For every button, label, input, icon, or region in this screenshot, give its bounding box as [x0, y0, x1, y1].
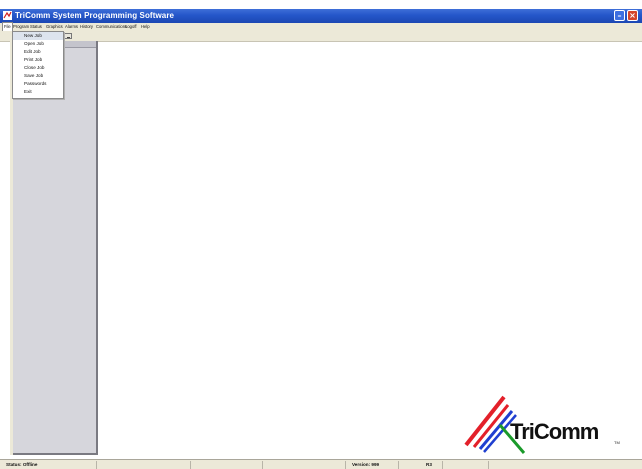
- status-panel-divider: [96, 461, 97, 469]
- close-icon: ×: [629, 11, 636, 20]
- menu-item-print-job[interactable]: Print Job: [13, 56, 63, 64]
- status-panel-divider: [262, 461, 263, 469]
- menu-program[interactable]: Program: [13, 23, 29, 31]
- status-panel-divider: [190, 461, 191, 469]
- status-panel-divider: [442, 461, 443, 469]
- toolbar-button-icon[interactable]: [64, 33, 72, 39]
- menu-item-exit[interactable]: Exit: [13, 88, 63, 96]
- menu-help[interactable]: Help: [141, 23, 150, 31]
- app-window: TriComm System Programming Software – × …: [0, 0, 642, 469]
- minimize-button[interactable]: –: [614, 10, 625, 21]
- close-button[interactable]: ×: [627, 10, 638, 21]
- menu-graphics[interactable]: Graphics: [46, 23, 63, 31]
- left-navigation-pane[interactable]: [13, 41, 98, 455]
- menu-item-open-job[interactable]: Open Job: [13, 40, 63, 48]
- app-icon: [3, 11, 12, 20]
- ready-indicator: R3: [426, 462, 432, 467]
- menu-logoff[interactable]: Logoff: [125, 23, 137, 31]
- logo-text: TriComm: [510, 419, 599, 444]
- menu-file[interactable]: File: [2, 22, 13, 31]
- status-text: Status: Offline: [6, 462, 38, 467]
- status-panel-divider: [488, 461, 489, 469]
- menu-status[interactable]: Status: [30, 23, 42, 31]
- window-title: TriComm System Programming Software: [15, 11, 175, 20]
- logo-trademark: TM: [614, 440, 620, 445]
- menu-item-passwords[interactable]: Passwords: [13, 80, 63, 88]
- menu-history[interactable]: History: [80, 23, 93, 31]
- file-menu-dropdown: New Job Open Job Edit Job Print Job Clos…: [12, 31, 64, 99]
- title-bar[interactable]: TriComm System Programming Software – ×: [0, 9, 642, 23]
- menu-item-edit-job[interactable]: Edit Job: [13, 48, 63, 56]
- menu-communications[interactable]: Communications: [96, 23, 127, 31]
- status-panel-divider: [345, 461, 346, 469]
- menu-item-close-job[interactable]: Close Job: [13, 64, 63, 72]
- version-text: Version: 999: [352, 462, 380, 467]
- menu-item-new-job[interactable]: New Job: [13, 32, 63, 40]
- menu-alarms[interactable]: Alarms: [65, 23, 78, 31]
- menu-item-save-job[interactable]: Save Job: [13, 72, 63, 80]
- status-bar: Status: Offline Version: 999 R3: [0, 459, 642, 469]
- status-panel-divider: [398, 461, 399, 469]
- menu-bar: File Program Status Graphics Alarms Hist…: [0, 22, 642, 31]
- minimize-icon: –: [617, 11, 622, 20]
